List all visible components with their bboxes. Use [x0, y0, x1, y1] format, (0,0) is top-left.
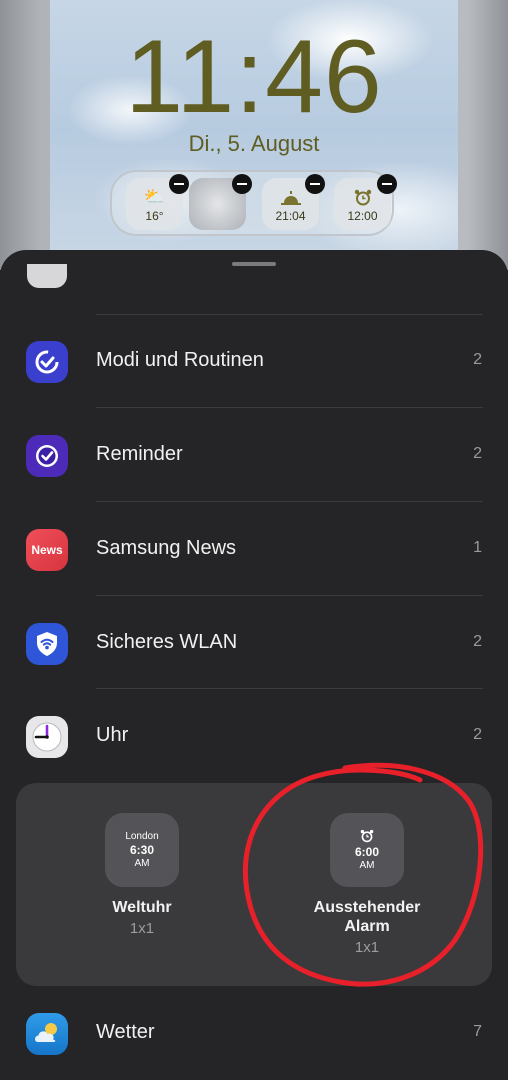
preview-time: 6:30 [129, 843, 155, 857]
widget-count: 1 [473, 539, 482, 556]
clock-icon [26, 716, 68, 758]
world-clock-widget-preview[interactable]: London 6:30 AM [105, 813, 179, 887]
widget-count: 2 [473, 351, 482, 368]
widget-label: 21:04 [275, 209, 306, 223]
divider [96, 501, 483, 502]
app-row-modes-routines[interactable]: Modi und Routinen 2 [0, 315, 508, 407]
divider [96, 595, 483, 596]
app-row-reminder[interactable]: Reminder 2 [0, 409, 508, 501]
widget-name: Weltuhr [112, 899, 172, 916]
app-row-secure-wifi[interactable]: Sicheres WLAN 2 [0, 597, 508, 689]
weather-cloud-sun-icon: ⛅ [143, 187, 166, 206]
lockscreen-widget-moon[interactable] [189, 174, 252, 230]
app-name: Reminder [96, 443, 183, 465]
app-name: Wetter [96, 1021, 155, 1043]
reminder-check-icon [26, 435, 68, 477]
widget-count: 7 [473, 1023, 482, 1040]
app-name: Uhr [96, 724, 129, 746]
app-icon-partial [27, 264, 67, 288]
widget-size: 1x1 [129, 920, 155, 937]
app-name: Samsung News [96, 537, 237, 559]
preview-time: 6:00 [354, 844, 380, 859]
preview-ampm: AM [134, 858, 150, 869]
secure-wifi-shield-icon [26, 623, 68, 665]
widget-count: 2 [473, 726, 482, 743]
modes-routines-icon [26, 341, 68, 383]
remove-widget-button[interactable] [169, 174, 189, 194]
divider [96, 688, 483, 689]
preview-city: London [125, 831, 159, 842]
widget-name: Ausstehender Alarm [313, 899, 421, 935]
lockscreen-widget-bar: ⛅ 16° 21:04 12:00 [110, 170, 397, 236]
lockscreen-widget-sunset[interactable]: 21:04 [262, 174, 325, 230]
lockscreen-clock: 11:46 [125, 19, 383, 135]
weather-icon [26, 1013, 68, 1055]
lockscreen-widget-weather[interactable]: ⛅ 16° [126, 174, 189, 230]
clock-widgets-panel: London 6:30 AM Weltuhr 1x1 6:00 AM Ausst… [16, 783, 492, 986]
pending-alarm-widget-preview[interactable]: 6:00 AM [330, 813, 404, 887]
divider [96, 407, 483, 408]
news-icon: News [26, 529, 68, 571]
app-name: Modi und Routinen [96, 349, 264, 371]
widget-size: 1x1 [354, 939, 380, 956]
widget-label: 16° [145, 209, 164, 223]
widget-count: 2 [473, 633, 482, 650]
widget-label: 12:00 [347, 209, 378, 223]
widget-count: 2 [473, 445, 482, 462]
sunset-icon [280, 191, 301, 205]
app-name: Sicheres WLAN [96, 631, 238, 653]
alarm-clock-icon [354, 189, 371, 206]
app-row-clock[interactable]: Uhr 2 [0, 690, 508, 782]
lockscreen-date: Di., 5. August [188, 131, 320, 156]
news-icon-text: News [31, 543, 63, 557]
alarm-clock-icon [360, 829, 374, 842]
sheet-drag-handle[interactable] [232, 262, 276, 266]
preview-ampm: AM [359, 859, 375, 871]
remove-widget-button[interactable] [305, 174, 325, 194]
app-row-samsung-news[interactable]: News Samsung News 1 [0, 503, 508, 595]
app-row-weather[interactable]: Wetter 7 [0, 987, 508, 1079]
remove-widget-button[interactable] [232, 174, 252, 194]
remove-widget-button[interactable] [377, 174, 397, 194]
lockscreen-widget-alarm[interactable]: 12:00 [334, 174, 397, 230]
